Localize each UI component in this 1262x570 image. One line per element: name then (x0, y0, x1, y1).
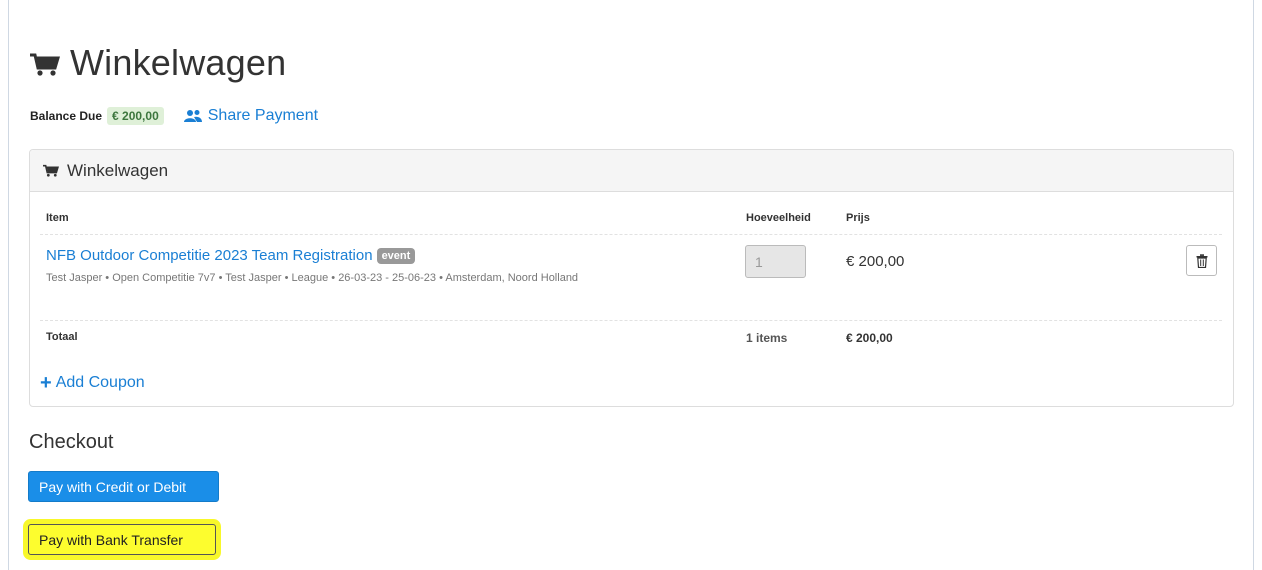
cart-item-description: Test Jasper • Open Competitie 7v7 • Test… (46, 272, 579, 284)
add-coupon-link[interactable]: + Add Coupon (40, 372, 145, 394)
balance-row: Balance Due € 200,00 Share Payment (30, 107, 318, 125)
checkout-title: Checkout (29, 431, 114, 453)
pay-credit-debit-button[interactable]: Pay with Credit or Debit (28, 471, 219, 502)
remove-item-button[interactable] (1186, 245, 1217, 276)
page-header: Winkelwagen (30, 42, 286, 84)
column-header-item: Item (46, 212, 69, 224)
plus-icon: + (40, 372, 52, 394)
balance-due-label: Balance Due (30, 109, 103, 123)
cart-item-price: € 200,00 (846, 253, 905, 270)
column-header-quantity: Hoeveelheid (746, 212, 811, 224)
total-amount: € 200,00 (846, 331, 893, 345)
cart-item-link[interactable]: NFB Outdoor Competitie 2023 Team Registr… (46, 247, 373, 264)
shopping-cart-icon (30, 53, 60, 76)
page-left-border (8, 0, 9, 570)
balance-due-badge: € 200,00 (107, 107, 164, 125)
cart-item-title-row: NFB Outdoor Competitie 2023 Team Registr… (46, 247, 416, 264)
table-divider (40, 320, 1222, 321)
page-title: Winkelwagen (70, 42, 287, 83)
table-divider (40, 234, 1222, 235)
pay-bank-transfer-button[interactable]: Pay with Bank Transfer (28, 524, 216, 555)
event-badge: event (376, 247, 416, 264)
page-right-border (1253, 0, 1254, 570)
cart-panel-title: Winkelwagen (67, 160, 169, 180)
share-payment-label: Share Payment (207, 107, 319, 124)
quantity-input[interactable] (745, 245, 806, 278)
cart-panel-heading: Winkelwagen (30, 150, 1233, 192)
users-icon (183, 110, 202, 122)
shopping-cart-icon (43, 164, 59, 177)
total-count: 1 items (746, 331, 788, 345)
add-coupon-label: Add Coupon (55, 374, 145, 391)
share-payment-link[interactable]: Share Payment (183, 107, 319, 125)
column-header-price: Prijs (846, 212, 870, 224)
trash-icon (1196, 253, 1207, 268)
total-label: Totaal (46, 331, 78, 343)
